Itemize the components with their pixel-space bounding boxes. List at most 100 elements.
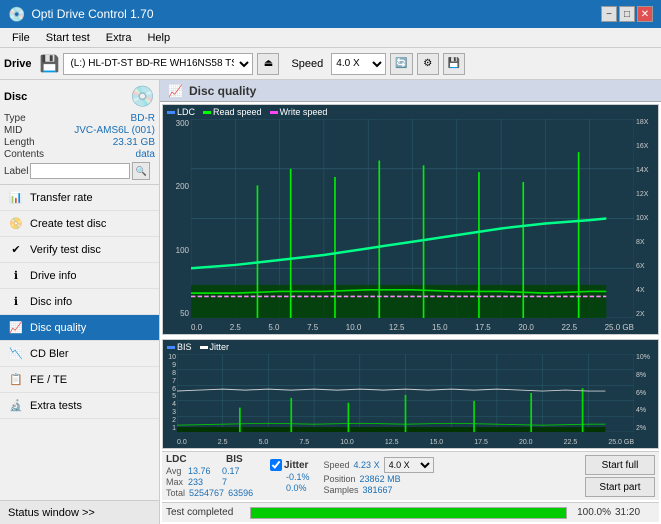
verify-test-icon: ✔: [8, 242, 24, 258]
chart1-svg: [191, 119, 634, 318]
total-bis: 63596: [228, 488, 253, 498]
x2-15: 15.0: [430, 439, 444, 446]
speed-select[interactable]: 4.0 X: [331, 53, 386, 75]
x2-17-5: 17.5: [474, 439, 488, 446]
x2-5: 5.0: [259, 439, 269, 446]
sidebar-item-disc-info[interactable]: ℹ Disc info: [0, 289, 159, 315]
action-buttons: Start full Start part: [585, 455, 655, 497]
avg-label: Avg: [166, 466, 184, 476]
menu-file[interactable]: File: [4, 30, 38, 46]
menu-bar: File Start test Extra Help: [0, 28, 661, 48]
sidebar-item-label-fe-te: FE / TE: [30, 374, 67, 386]
length-key: Length: [4, 137, 35, 148]
speed-position-col: Speed 4.23 X 4.0 X Position 23862 MB Sam…: [324, 457, 434, 495]
jitter-legend-label: Jitter: [210, 342, 230, 352]
sidebar-item-create-test-disc[interactable]: 📀 Create test disc: [0, 211, 159, 237]
stats-bis-header: BIS: [226, 454, 256, 465]
sidebar-item-transfer-rate[interactable]: 📊 Transfer rate: [0, 185, 159, 211]
label-search-button[interactable]: 🔍: [132, 162, 150, 180]
max-bis: 7: [222, 477, 242, 487]
create-test-icon: 📀: [8, 216, 24, 232]
y2-3: 3: [172, 409, 176, 416]
disc-section: Disc 💿 Type BD-R MID JVC-AMS6L (001) Len…: [0, 80, 159, 185]
samples-key: Samples: [324, 485, 359, 495]
sidebar-item-label-drive-info: Drive info: [30, 270, 76, 282]
chart1-y-axis-left: 300 200 100 50: [163, 119, 191, 318]
stats-labels-col: LDC BIS Avg 13.76 0.17 Max 233 7 Total: [166, 454, 256, 498]
label-key: Label: [4, 166, 28, 177]
y-right-12x: 12X: [636, 191, 648, 198]
y-right-16x: 16X: [636, 143, 648, 150]
sidebar-item-label-disc-quality: Disc quality: [30, 322, 86, 334]
sidebar-item-disc-quality[interactable]: 📈 Disc quality: [0, 315, 159, 341]
cd-bler-icon: 📉: [8, 346, 24, 362]
close-button[interactable]: ✕: [637, 6, 653, 22]
jitter-header: Jitter: [284, 460, 308, 471]
title-bar: 💿 Opti Drive Control 1.70 − □ ✕: [0, 0, 661, 28]
sidebar-item-verify-test-disc[interactable]: ✔ Verify test disc: [0, 237, 159, 263]
start-full-button[interactable]: Start full: [585, 455, 655, 475]
minimize-button[interactable]: −: [601, 6, 617, 22]
drive-select[interactable]: (L:) HL-DT-ST BD-RE WH16NS58 TST4: [63, 53, 253, 75]
y2-right-6pct: 6%: [636, 390, 646, 397]
samples-value: 381667: [363, 485, 393, 495]
menu-extra[interactable]: Extra: [98, 30, 140, 46]
chart2-x-axis: 0.0 2.5 5.0 7.5 10.0 12.5 15.0 17.5 20.0…: [177, 439, 634, 446]
y2-10: 10: [168, 354, 176, 361]
x2-10: 10.0: [340, 439, 354, 446]
y-right-10x: 10X: [636, 215, 648, 222]
sidebar-item-drive-info[interactable]: ℹ Drive info: [0, 263, 159, 289]
max-ldc: 233: [188, 477, 218, 487]
avg-jitter: -0.1%: [270, 472, 310, 482]
eject-button[interactable]: ⏏: [257, 53, 279, 75]
y2-right-2pct: 2%: [636, 425, 646, 432]
status-window-button[interactable]: Status window >>: [0, 500, 159, 524]
drive-icon: 💾: [40, 54, 60, 74]
chart2-inner: [177, 354, 634, 432]
content-header-icon: 📈: [168, 84, 183, 98]
x-label-7-5: 7.5: [307, 323, 318, 332]
start-part-button[interactable]: Start part: [585, 477, 655, 497]
settings-button[interactable]: ⚙: [417, 53, 439, 75]
y2-2: 2: [172, 417, 176, 424]
chart2-y-axis-right: 10% 8% 6% 4% 2%: [634, 354, 658, 432]
main-content: Disc 💿 Type BD-R MID JVC-AMS6L (001) Len…: [0, 80, 661, 524]
max-label: Max: [166, 477, 184, 487]
menu-start-test[interactable]: Start test: [38, 30, 98, 46]
sidebar-item-cd-bler[interactable]: 📉 CD Bler: [0, 341, 159, 367]
bis-legend-label: BIS: [177, 342, 192, 352]
save-button[interactable]: 💾: [443, 53, 465, 75]
menu-help[interactable]: Help: [139, 30, 178, 46]
chart1-x-axis: 0.0 2.5 5.0 7.5 10.0 12.5 15.0 17.5 20.0…: [191, 323, 634, 332]
y2-right-8pct: 8%: [636, 372, 646, 379]
sidebar-item-label-cd-bler: CD Bler: [30, 348, 69, 360]
jitter-checkbox[interactable]: [270, 459, 282, 471]
sidebar-item-label-disc-info: Disc info: [30, 296, 72, 308]
progress-area: Test completed 100.0% 31:20: [162, 502, 659, 522]
ldc-legend-dot: [167, 111, 175, 114]
extra-tests-icon: 🔬: [8, 398, 24, 414]
x-label-20: 20.0: [518, 323, 534, 332]
write-speed-legend-label: Write speed: [280, 107, 328, 117]
disc-info-icon: ℹ: [8, 294, 24, 310]
fe-te-icon: 📋: [8, 372, 24, 388]
speed-label: Speed: [291, 58, 323, 70]
sidebar-item-fe-te[interactable]: 📋 FE / TE: [0, 367, 159, 393]
x-label-17-5: 17.5: [475, 323, 491, 332]
app-icon: 💿: [8, 6, 25, 23]
speed-key: Speed: [324, 460, 350, 470]
y-label-50: 50: [180, 309, 189, 318]
read-speed-legend-dot: [203, 111, 211, 114]
sidebar-item-label-extra-tests: Extra tests: [30, 400, 82, 412]
refresh-button[interactable]: 🔄: [390, 53, 412, 75]
position-value: 23862 MB: [360, 474, 401, 484]
label-input[interactable]: [30, 163, 130, 179]
read-speed-legend-label: Read speed: [213, 107, 262, 117]
x2-0: 0.0: [177, 439, 187, 446]
chart2-legend: BIS Jitter: [167, 342, 229, 352]
x-label-10: 10.0: [346, 323, 362, 332]
y2-6: 6: [172, 386, 176, 393]
sidebar-item-extra-tests[interactable]: 🔬 Extra tests: [0, 393, 159, 419]
speed-select-stats[interactable]: 4.0 X: [384, 457, 434, 473]
maximize-button[interactable]: □: [619, 6, 635, 22]
